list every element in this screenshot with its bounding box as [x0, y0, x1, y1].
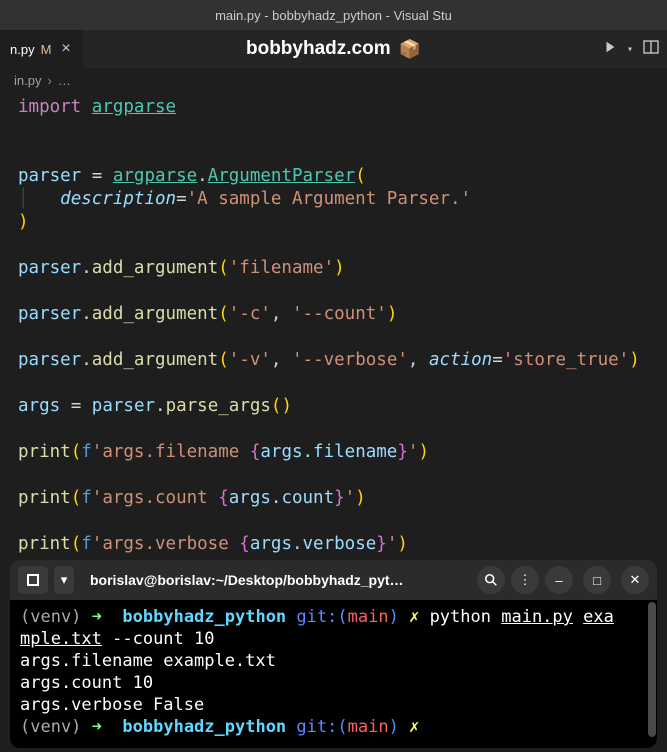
terminal-body[interactable]: (venv) ➜ bobbyhadz_python git:(main) ✗ p… — [10, 600, 657, 748]
tab-modified-indicator: M — [41, 42, 52, 57]
prompt-arrow: ➜ — [92, 607, 102, 627]
minimize-icon: – — [555, 573, 562, 588]
terminal-close-button[interactable]: ✕ — [621, 566, 649, 594]
editor-tab-main[interactable]: n.py M × — [0, 30, 83, 68]
code-print: print — [18, 442, 71, 462]
cmd-file: main.py — [501, 607, 573, 627]
code-editor[interactable]: import argparse parser = argparse.Argume… — [0, 92, 667, 560]
page-overlay-title: bobbyhadz.com 📦 — [246, 38, 421, 60]
terminal-search-button[interactable] — [477, 566, 505, 594]
git-prefix: git:( — [296, 607, 347, 627]
terminal-minimize-button[interactable]: – — [545, 566, 573, 594]
terminal-dropdown-button[interactable]: ▾ — [54, 566, 74, 594]
breadcrumb-separator: › — [47, 73, 51, 88]
terminal-output-line: args.verbose False — [20, 695, 204, 715]
scrollbar-thumb[interactable] — [648, 602, 656, 737]
terminal-output-line: args.filename example.txt — [20, 651, 276, 671]
terminal-output-line: args.count 10 — [20, 673, 153, 693]
window-titlebar: main.py - bobbyhadz_python - Visual Stu — [0, 0, 667, 30]
terminal-menu-button[interactable]: ⋮ — [511, 566, 539, 594]
prompt-dir: bobbyhadz_python — [122, 607, 286, 627]
code-class: ArgumentParser — [208, 166, 356, 186]
run-controls: ▾ — [603, 39, 659, 60]
terminal-scrollbar[interactable] — [647, 602, 657, 744]
terminal-maximize-button[interactable]: □ — [583, 566, 611, 594]
overlay-title-text: bobbyhadz.com — [246, 38, 391, 60]
terminal-titlebar: ▾ borislav@borislav:~/Desktop/bobbyhadz_… — [10, 560, 657, 600]
code-string: 'A sample Argument Parser.' — [187, 189, 471, 209]
tab-close-icon[interactable]: × — [57, 40, 74, 58]
terminal-window: ▾ borislav@borislav:~/Desktop/bobbyhadz_… — [10, 560, 657, 748]
code-module: argparse — [92, 97, 176, 117]
cmd-python: python — [430, 607, 491, 627]
breadcrumb[interactable]: in.py › … — [0, 68, 667, 92]
breadcrumb-more: … — [58, 73, 71, 88]
chevron-down-icon: ▾ — [61, 572, 68, 588]
tab-filename: n.py — [10, 42, 35, 57]
window-title: main.py - bobbyhadz_python - Visual Stu — [215, 8, 452, 23]
search-icon — [484, 573, 498, 587]
terminal-title: borislav@borislav:~/Desktop/bobbyhadz_py… — [80, 572, 471, 588]
editor-tabbar: n.py M × bobbyhadz.com 📦 ▾ — [0, 30, 667, 68]
chevron-down-icon[interactable]: ▾ — [627, 44, 633, 55]
terminal-new-tab-button[interactable] — [18, 566, 48, 594]
breadcrumb-file: in.py — [14, 73, 41, 88]
code-keyword: import — [18, 97, 81, 117]
code-var: parser — [18, 166, 81, 186]
cube-icon: 📦 — [399, 39, 421, 60]
close-icon: ✕ — [630, 572, 641, 588]
git-dirty-icon: ✗ — [409, 607, 419, 627]
code-param: description — [60, 189, 176, 209]
git-branch: main — [348, 607, 389, 627]
maximize-icon: □ — [593, 573, 601, 588]
venv-indicator: (venv) — [20, 607, 81, 627]
kebab-icon: ⋮ — [519, 572, 532, 588]
split-editor-icon[interactable] — [643, 39, 659, 60]
code-method: add_argument — [92, 258, 218, 278]
run-icon[interactable] — [603, 39, 617, 59]
